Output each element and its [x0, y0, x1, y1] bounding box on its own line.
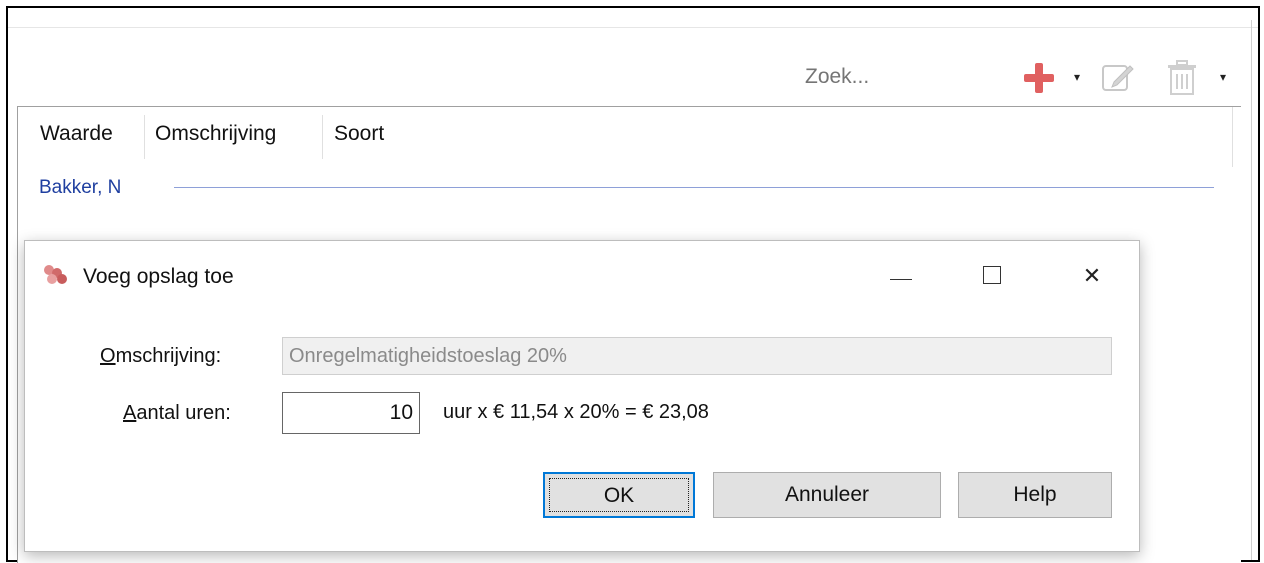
- minimize-button[interactable]: [882, 258, 922, 294]
- column-header-omschrijving[interactable]: Omschrijving: [155, 122, 276, 146]
- maximize-icon: [983, 266, 1001, 284]
- close-button[interactable]: ✕: [1072, 258, 1112, 294]
- trash-icon[interactable]: [1166, 60, 1198, 96]
- minimize-icon: [890, 279, 912, 280]
- search-input[interactable]: [803, 64, 957, 90]
- column-separator[interactable]: [322, 115, 323, 159]
- dialog-title: Voeg opslag toe: [83, 265, 234, 288]
- column-header-waarde[interactable]: Waarde: [40, 122, 113, 146]
- scrollbar-track[interactable]: [1232, 107, 1233, 167]
- more-dropdown-chevron-icon[interactable]: ▾: [1220, 70, 1226, 84]
- cancel-button[interactable]: Annuleer: [713, 472, 941, 518]
- app-logo-icon: [44, 265, 67, 284]
- add-icon[interactable]: [1024, 63, 1054, 93]
- add-surcharge-dialog: Voeg opslag toe ✕ Omschrijving: Aantal u…: [24, 240, 1140, 552]
- toolbar: ▾ ▾: [8, 8, 1258, 108]
- calculation-text: uur x € 11,54 x 20% = € 23,08: [443, 401, 709, 423]
- maximize-button[interactable]: [973, 258, 1013, 294]
- divider: [8, 27, 1258, 28]
- omschrijving-field[interactable]: [282, 337, 1112, 375]
- group-label: Bakker, N: [39, 177, 122, 198]
- right-border: [1251, 20, 1252, 560]
- column-separator[interactable]: [144, 115, 145, 159]
- ok-button[interactable]: OK: [543, 472, 695, 518]
- aantal-uren-input[interactable]: [282, 392, 420, 434]
- omschrijving-label: Omschrijving:: [100, 345, 222, 367]
- column-header-soort[interactable]: Soort: [334, 122, 384, 146]
- focus-rectangle: [549, 478, 689, 512]
- close-icon: ✕: [1082, 263, 1102, 288]
- aantal-uren-label: Aantal uren:: [123, 402, 231, 424]
- group-line: [174, 187, 1214, 188]
- help-button[interactable]: Help: [958, 472, 1112, 518]
- add-dropdown-chevron-icon[interactable]: ▾: [1074, 70, 1080, 84]
- edit-icon[interactable]: [1100, 60, 1134, 94]
